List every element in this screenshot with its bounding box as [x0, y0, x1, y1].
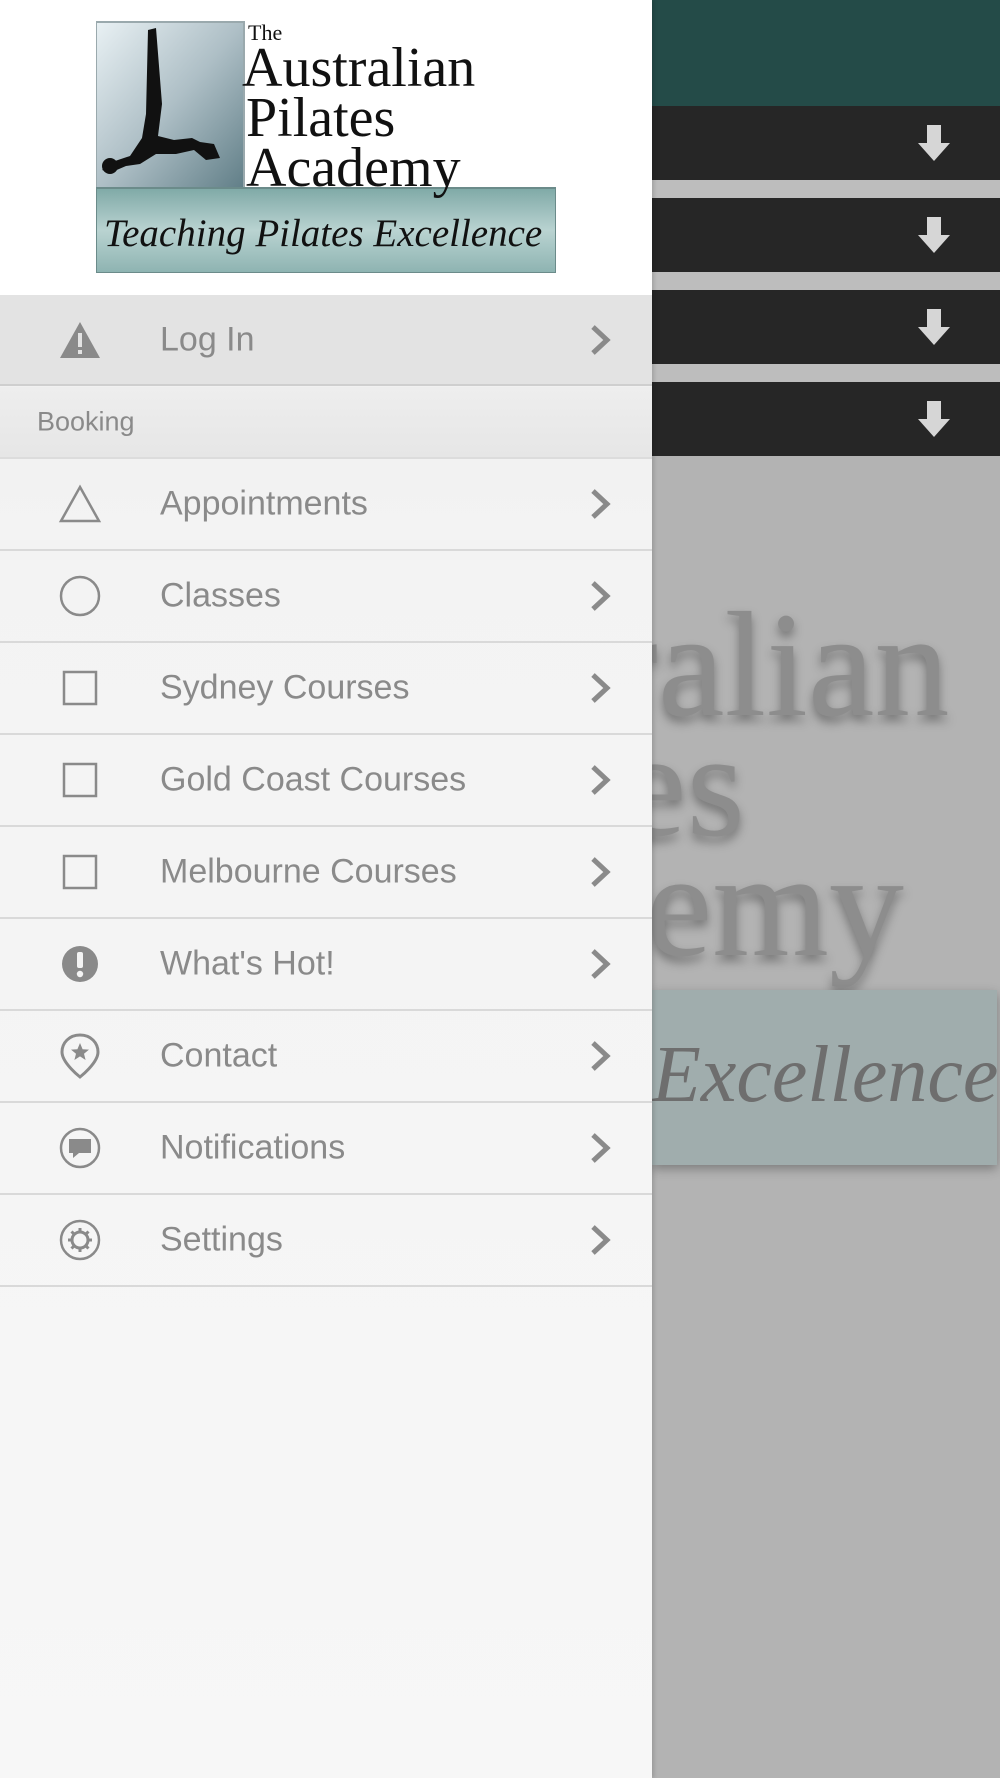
chevron-right-icon	[591, 1133, 611, 1163]
menu-item-label: Classes	[160, 576, 281, 615]
navigation-drawer: The Australian Pilates Academy Teaching …	[0, 0, 652, 1778]
exclamation-circle-icon	[58, 942, 102, 986]
map-pin-star-icon	[58, 1033, 102, 1079]
menu-item-label: Settings	[160, 1220, 283, 1259]
chevron-right-icon	[591, 949, 611, 979]
menu-item-label: Melbourne Courses	[160, 852, 457, 891]
menu-item-label: Gold Coast Courses	[160, 760, 467, 799]
menu-item-whats-hot[interactable]: What's Hot!	[0, 919, 652, 1011]
menu-item-gold-coast-courses[interactable]: Gold Coast Courses	[0, 735, 652, 827]
circle-outline-icon	[58, 574, 102, 618]
menu-item-log-in[interactable]: Log In	[0, 295, 652, 386]
arrow-down-icon	[918, 401, 950, 437]
square-outline-icon	[58, 666, 102, 710]
academy-logo: The Australian Pilates Academy Teaching …	[96, 20, 556, 273]
gear-icon	[58, 1218, 102, 1262]
chevron-right-icon	[591, 489, 611, 519]
menu-item-contact[interactable]: Contact	[0, 1011, 652, 1103]
chevron-right-icon	[591, 324, 611, 355]
background-logo-tagline: Excellence	[652, 1031, 999, 1119]
menu-item-sydney-courses[interactable]: Sydney Courses	[0, 643, 652, 735]
chevron-right-icon	[591, 765, 611, 795]
chat-bubble-icon	[58, 1126, 102, 1170]
menu-item-settings[interactable]: Settings	[0, 1195, 652, 1287]
menu-item-appointments[interactable]: Appointments	[0, 459, 652, 551]
svg-text:Academy: Academy	[246, 137, 461, 199]
menu-item-notifications[interactable]: Notifications	[0, 1103, 652, 1195]
chevron-right-icon	[591, 1041, 611, 1071]
menu-item-label: Appointments	[160, 484, 368, 523]
chevron-right-icon	[591, 581, 611, 611]
section-header-booking: Booking	[0, 387, 652, 459]
menu-item-label: Contact	[160, 1036, 278, 1075]
section-label: Booking	[37, 406, 135, 437]
chevron-right-icon	[591, 1225, 611, 1255]
triangle-outline-icon	[58, 482, 102, 526]
warning-icon	[58, 318, 102, 362]
arrow-down-icon	[918, 125, 950, 161]
logo-header: The Australian Pilates Academy Teaching …	[0, 0, 652, 295]
chevron-right-icon	[591, 673, 611, 703]
menu-item-label: What's Hot!	[160, 944, 335, 983]
svg-text:Teaching Pilates Excellence: Teaching Pilates Excellence	[104, 212, 542, 255]
chevron-right-icon	[591, 857, 611, 887]
menu-item-label: Log In	[160, 320, 255, 358]
menu-item-label: Sydney Courses	[160, 668, 410, 707]
menu-item-classes[interactable]: Classes	[0, 551, 652, 643]
square-outline-icon	[58, 758, 102, 802]
arrow-down-icon	[918, 309, 950, 345]
menu-item-label: Notifications	[160, 1128, 346, 1167]
square-outline-icon	[58, 850, 102, 894]
arrow-down-icon	[918, 217, 950, 253]
menu-item-melbourne-courses[interactable]: Melbourne Courses	[0, 827, 652, 919]
